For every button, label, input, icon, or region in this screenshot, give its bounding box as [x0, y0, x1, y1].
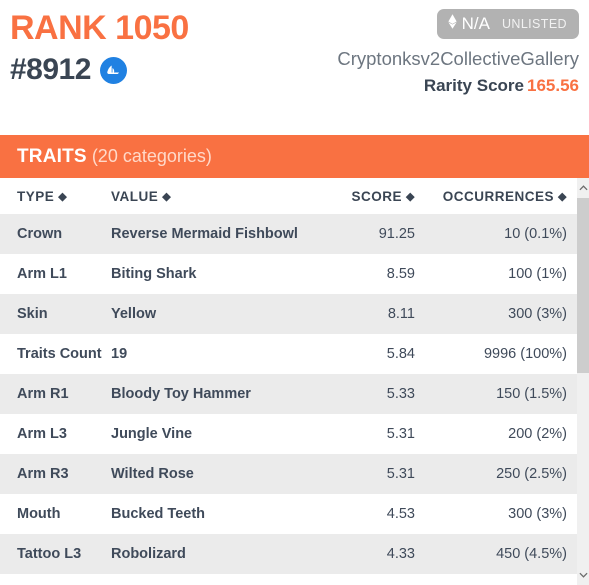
table-row[interactable]: Mouth Bucked Teeth 4.53 300 (3%) [0, 494, 577, 534]
price-group: N/A [447, 13, 490, 34]
traits-table-container: TYPE ◆ VALUE ◆ SCORE ◆ OCCURRENCES ◆ Crown Re… [0, 178, 589, 585]
cell-value: Biting Shark [108, 254, 323, 294]
header-right-group: N/A UNLISTED Cryptonksv2CollectiveGaller… [337, 9, 579, 96]
vertical-scrollbar[interactable] [577, 178, 589, 585]
column-header-value-label: VALUE [111, 188, 159, 204]
page-title: RANK 1050 [10, 9, 189, 47]
cell-score: 4.53 [323, 494, 428, 534]
traits-table: TYPE ◆ VALUE ◆ SCORE ◆ OCCURRENCES ◆ Crown Re… [0, 178, 577, 574]
table-row[interactable]: Arm L1 Biting Shark 8.59 100 (1%) [0, 254, 577, 294]
cell-value: Robolizard [108, 534, 323, 574]
table-header-row: TYPE ◆ VALUE ◆ SCORE ◆ OCCURRENCES ◆ [0, 178, 577, 214]
cell-value: Reverse Mermaid Fishbowl [108, 214, 323, 254]
column-header-type-label: TYPE [17, 188, 55, 204]
token-id-group: #8912 [10, 52, 189, 88]
cell-score: 5.33 [323, 374, 428, 414]
chevron-up-icon[interactable] [577, 180, 589, 196]
rarity-score-group: Rarity Score 165.56 [337, 76, 579, 96]
table-row[interactable]: Crown Reverse Mermaid Fishbowl 91.25 10 (0.… [0, 214, 577, 254]
cell-score: 5.31 [323, 414, 428, 454]
table-row[interactable]: Arm L3 Jungle Vine 5.31 200 (2%) [0, 414, 577, 454]
traits-title: TRAITS [17, 145, 87, 167]
sort-updown-icon[interactable]: ◆ [406, 191, 415, 203]
price-value: N/A [461, 13, 490, 33]
page-header: RANK 1050 #8912 N/A UNLISTED Cryptonksv2… [0, 0, 589, 135]
cell-score: 8.59 [323, 254, 428, 294]
cell-occurrences: 10 (0.1%) [428, 214, 577, 254]
cell-score: 5.31 [323, 454, 428, 494]
status-badge: UNLISTED [501, 16, 567, 31]
cell-type: Mouth [0, 494, 108, 534]
cell-occurrences: 300 (3%) [428, 294, 577, 334]
token-id: #8912 [10, 53, 91, 86]
rarity-score-label: Rarity Score [423, 76, 524, 95]
table-row[interactable]: Skin Yellow 8.11 300 (3%) [0, 294, 577, 334]
cell-score: 5.84 [323, 334, 428, 374]
cell-value: Wilted Rose [108, 454, 323, 494]
sort-updown-icon[interactable]: ◆ [58, 191, 67, 203]
scrollbar-thumb[interactable] [577, 198, 589, 373]
collection-name[interactable]: Cryptonksv2CollectiveGallery [337, 48, 579, 70]
cell-type: Arm L3 [0, 414, 108, 454]
cell-value: Yellow [108, 294, 323, 334]
sort-updown-icon[interactable]: ◆ [558, 191, 567, 203]
traits-category-count: (20 categories) [91, 146, 212, 166]
opensea-sailboat-icon[interactable] [99, 56, 127, 84]
price-status-badge[interactable]: N/A UNLISTED [436, 9, 579, 39]
table-row[interactable]: Tattoo L3 Robolizard 4.33 450 (4.5%) [0, 534, 577, 574]
traits-table-body: Crown Reverse Mermaid Fishbowl 91.25 10 (0.… [0, 214, 577, 574]
cell-value: Jungle Vine [108, 414, 323, 454]
cell-occurrences: 9996 (100%) [428, 334, 577, 374]
table-row[interactable]: Arm R1 Bloody Toy Hammer 5.33 150 (1.5%) [0, 374, 577, 414]
column-header-score-label: SCORE [351, 188, 403, 204]
nft-rarity-page: RANK 1050 #8912 N/A UNLISTED Cryptonksv2… [0, 0, 589, 585]
cell-score: 91.25 [323, 214, 428, 254]
header-left-group: RANK 1050 #8912 [10, 8, 189, 88]
table-row[interactable]: Arm R3 Wilted Rose 5.31 250 (2.5%) [0, 454, 577, 494]
column-header-type[interactable]: TYPE ◆ [0, 178, 108, 214]
cell-value: Bloody Toy Hammer [108, 374, 323, 414]
cell-type: Arm R3 [0, 454, 108, 494]
table-row[interactable]: Traits Count 19 5.84 9996 (100%) [0, 334, 577, 374]
cell-occurrences: 200 (2%) [428, 414, 577, 454]
column-header-value[interactable]: VALUE ◆ [108, 178, 323, 214]
traits-section-header: TRAITS (20 categories) [0, 135, 589, 178]
cell-score: 8.11 [323, 294, 428, 334]
column-header-occurrences-label: OCCURRENCES [442, 188, 555, 204]
column-header-score[interactable]: SCORE ◆ [323, 178, 428, 214]
cell-type: Arm R1 [0, 374, 108, 414]
cell-occurrences: 300 (3%) [428, 494, 577, 534]
cell-value: Bucked Teeth [108, 494, 323, 534]
ethereum-diamond-icon [447, 13, 457, 34]
cell-type: Traits Count [0, 334, 108, 374]
chevron-down-icon[interactable] [577, 567, 589, 583]
column-header-occurrences[interactable]: OCCURRENCES ◆ [428, 178, 577, 214]
cell-score: 4.33 [323, 534, 428, 574]
traits-table-head: TYPE ◆ VALUE ◆ SCORE ◆ OCCURRENCES ◆ [0, 178, 577, 214]
cell-occurrences: 100 (1%) [428, 254, 577, 294]
cell-type: Crown [0, 214, 108, 254]
cell-type: Arm L1 [0, 254, 108, 294]
sort-updown-icon[interactable]: ◆ [162, 191, 171, 203]
cell-occurrences: 450 (4.5%) [428, 534, 577, 574]
rarity-score-value: 165.56 [527, 76, 579, 95]
cell-value: 19 [108, 334, 323, 374]
cell-occurrences: 150 (1.5%) [428, 374, 577, 414]
cell-type: Skin [0, 294, 108, 334]
cell-occurrences: 250 (2.5%) [428, 454, 577, 494]
cell-type: Tattoo L3 [0, 534, 108, 574]
